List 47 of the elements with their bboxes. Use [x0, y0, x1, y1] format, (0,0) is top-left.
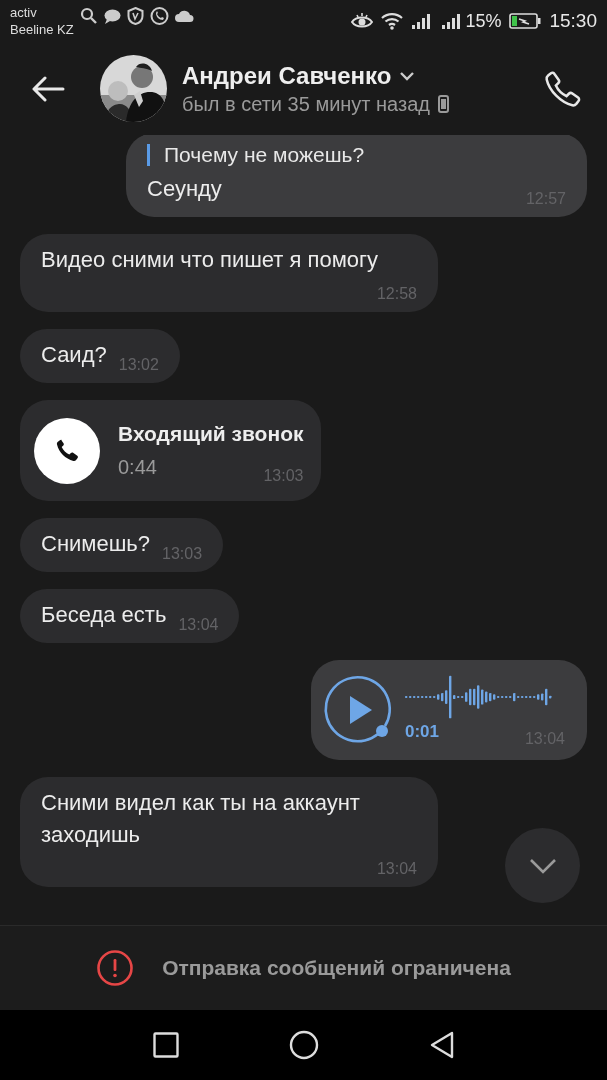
phone-icon [544, 69, 582, 108]
message-time: 13:03 [262, 465, 304, 486]
phone-bubble-icon [149, 6, 169, 26]
phone-device-icon [438, 94, 449, 113]
wifi-icon [381, 12, 404, 30]
carrier-name: Beeline KZ [10, 21, 74, 38]
back-arrow-icon [31, 75, 65, 102]
message-bubble[interactable]: Сними видел как ты на аккаунт заходишь 13:04 [20, 777, 438, 887]
contact-name: Андреи Савченко [182, 60, 392, 91]
chevron-down-icon [528, 857, 557, 874]
quoted-message: Почему не можешь? [164, 143, 365, 167]
shield-icon [126, 7, 144, 25]
message-time: 13:04 [375, 859, 417, 879]
message-bubble[interactable]: Видео сними что пишет я помогу 12:58 [20, 234, 438, 312]
message-time: 12:58 [375, 284, 417, 304]
message-bubble[interactable]: Входящий звонок 0:44 13:03 [20, 400, 322, 501]
home-icon[interactable] [288, 1030, 319, 1060]
call-title: Входящий звонок [118, 420, 304, 447]
restriction-notice: Отправка сообщений ограничена [162, 955, 511, 982]
operator-name: activ [10, 4, 38, 21]
cloud-icon [174, 10, 194, 22]
message-bubble[interactable]: Снимешь? 13:03 [20, 518, 224, 572]
recent-apps-icon[interactable] [152, 1032, 179, 1058]
message-text: Сними видел как ты на аккаунт заходишь [41, 789, 361, 849]
phone-icon [34, 417, 100, 484]
message-time: 13:02 [117, 355, 159, 375]
battery-percent: 15% [465, 9, 502, 33]
eye-icon [351, 12, 374, 30]
warning-icon [96, 949, 135, 987]
last-seen-status: был в сети 35 минут назад [182, 91, 430, 117]
search-icon [79, 7, 98, 25]
message-bubble[interactable]: Саид? 13:02 [20, 329, 180, 383]
message-time: 13:04 [177, 615, 219, 635]
message-text: Снимешь? [41, 530, 151, 558]
message-text: Саид? [41, 341, 107, 369]
voice-duration: 0:01 [405, 721, 440, 744]
back-icon[interactable] [428, 1031, 455, 1059]
clock: 15:30 [549, 8, 597, 33]
message-text: Сеунду [147, 175, 222, 203]
message-bubble[interactable]: Беседа есть 13:04 [20, 589, 240, 643]
message-text: Беседа есть [41, 601, 167, 629]
battery-icon [509, 12, 542, 30]
chat-bubble-icon [103, 8, 121, 24]
message-time: 13:03 [161, 544, 203, 564]
message-text: Видео сними что пишет я помогу [41, 246, 379, 274]
chevron-down-icon[interactable] [399, 70, 416, 81]
call-duration: 0:44 [118, 454, 157, 480]
